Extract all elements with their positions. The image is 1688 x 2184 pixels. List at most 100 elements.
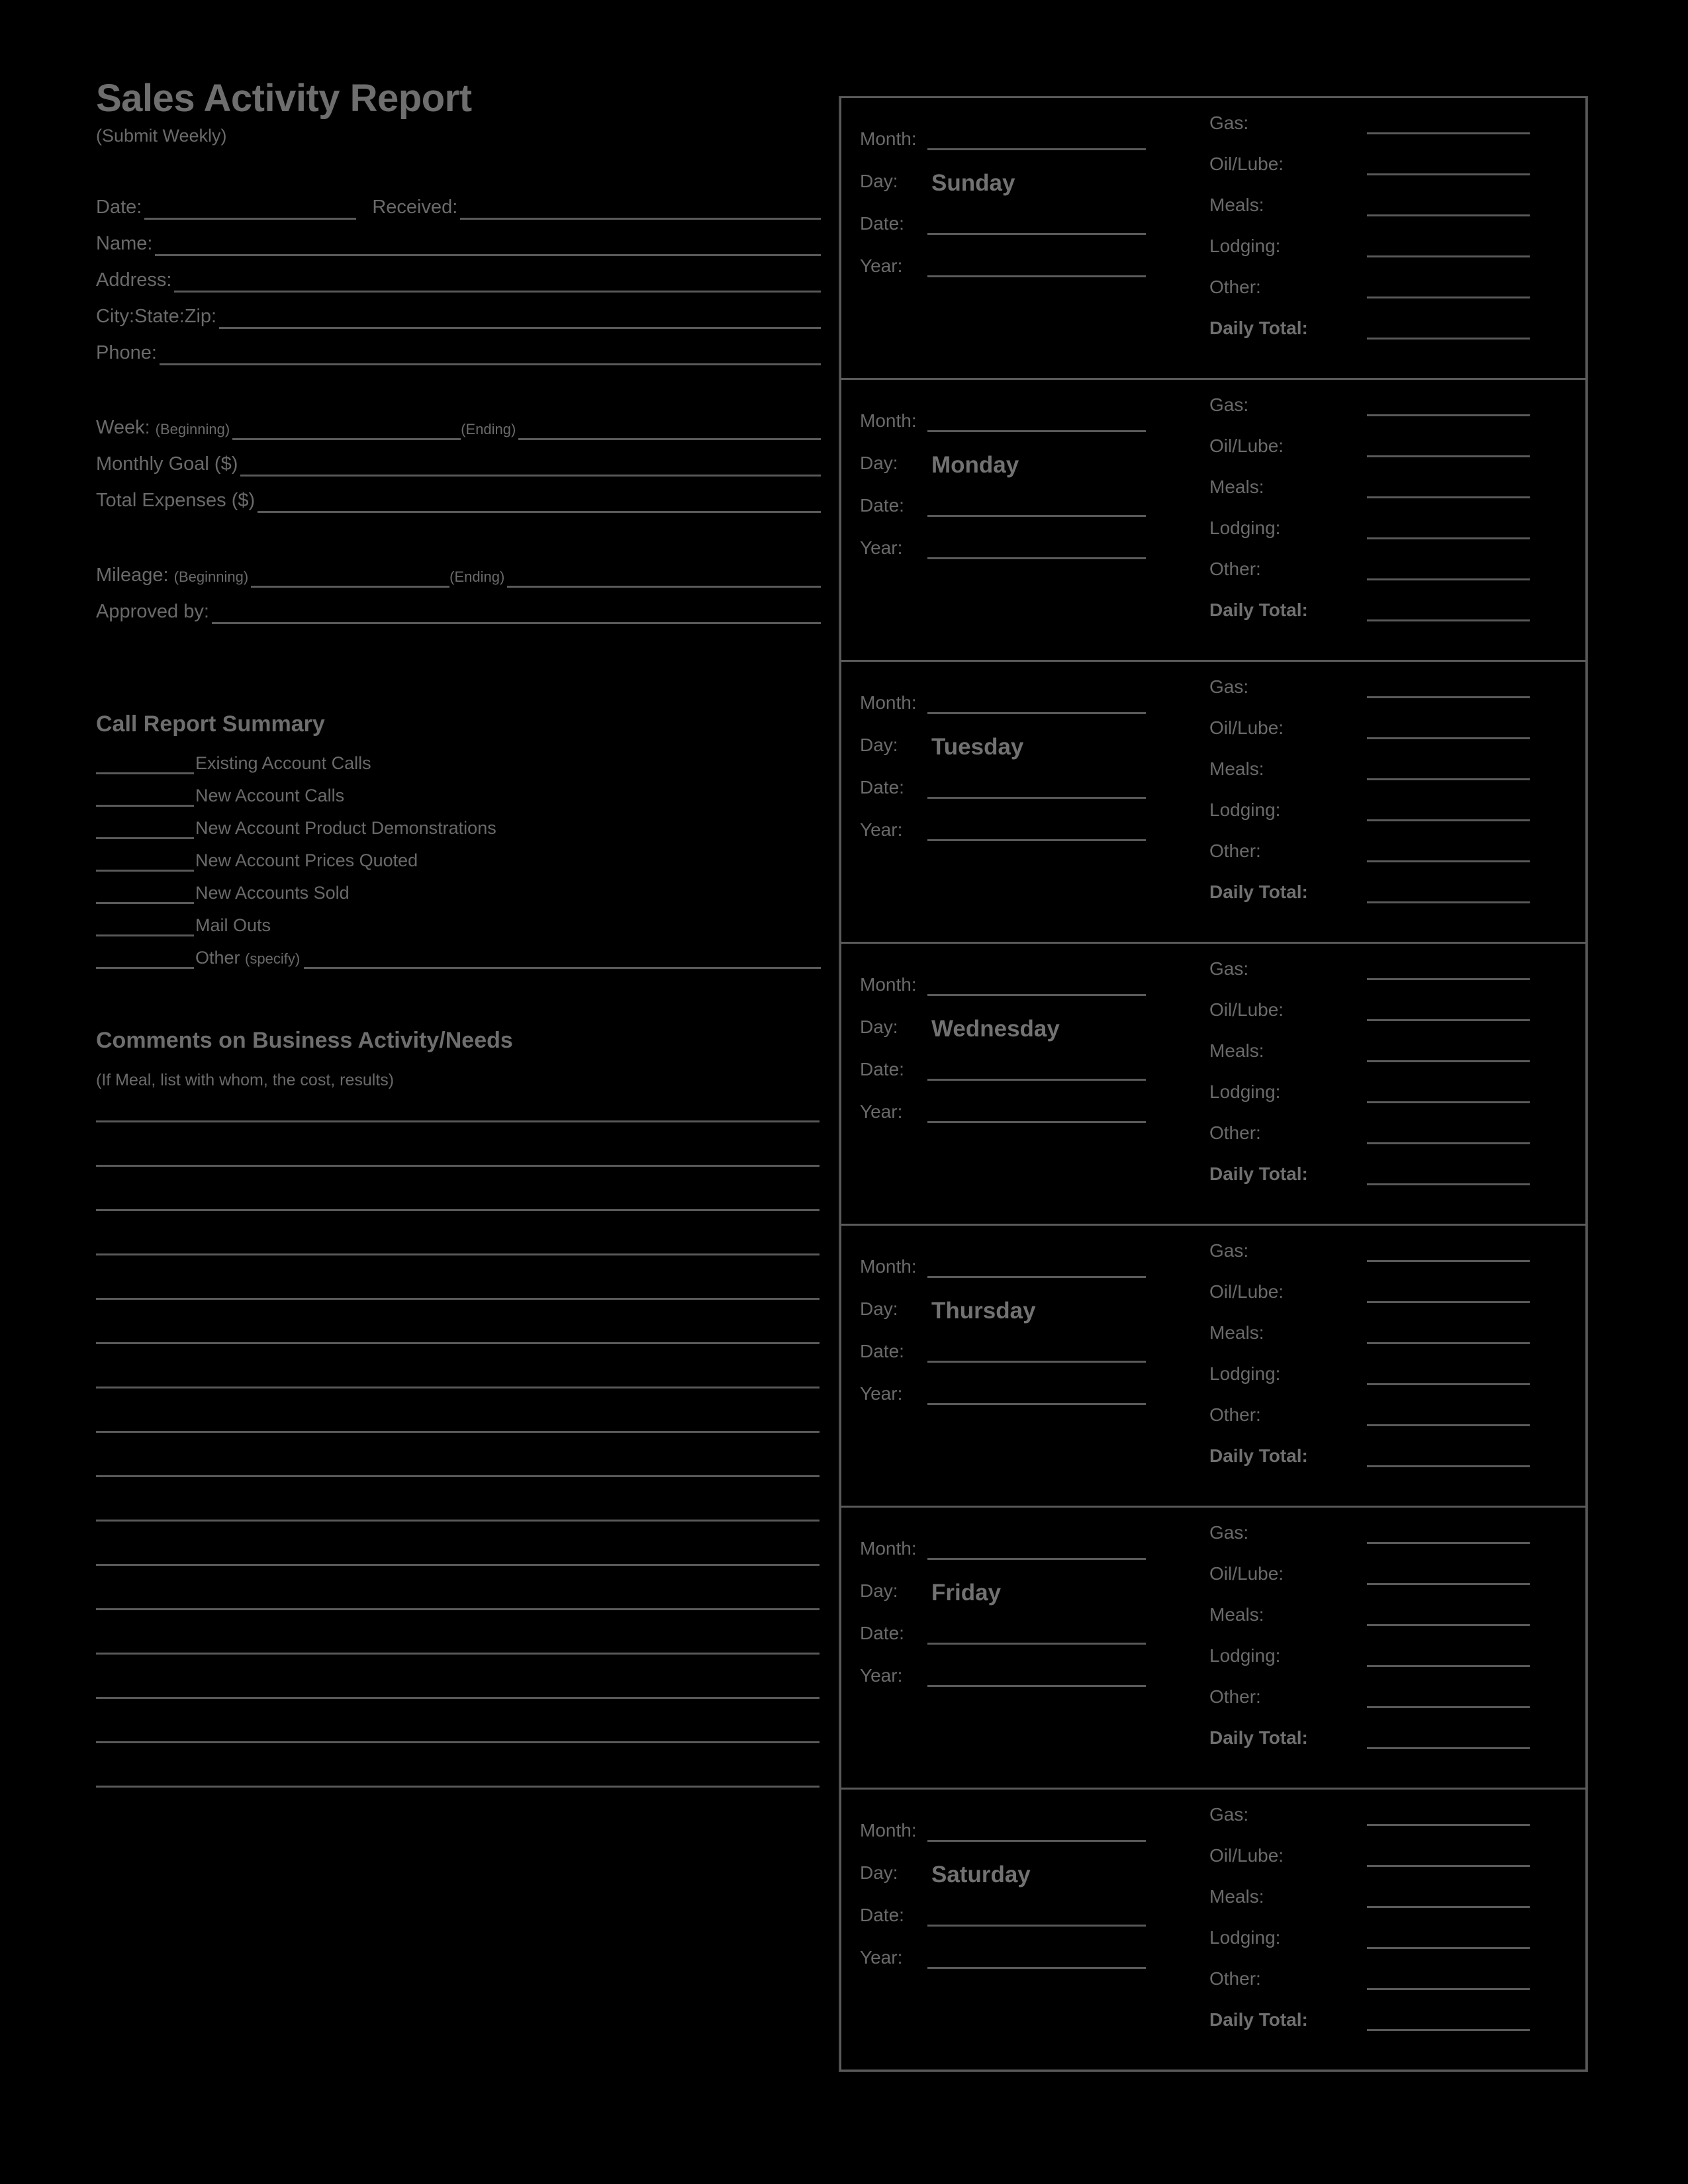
approved-by-input[interactable] <box>211 602 821 624</box>
comment-line[interactable] <box>96 1786 820 1788</box>
expense-meals-input[interactable] <box>1367 758 1530 780</box>
week-beginning-input[interactable] <box>232 418 461 440</box>
expense-lodging-input[interactable] <box>1367 1363 1530 1385</box>
expense-oil-lube-input[interactable] <box>1367 1845 1530 1867</box>
expense-oil-lube-input[interactable] <box>1367 1281 1530 1303</box>
expense-lodging-input[interactable] <box>1367 1645 1530 1667</box>
expense-oil-lube-input[interactable] <box>1367 999 1530 1021</box>
day-year-input[interactable] <box>927 819 1146 841</box>
comment-line[interactable] <box>96 1608 820 1610</box>
total-expenses-input[interactable] <box>258 491 821 513</box>
monthly-goal-input[interactable] <box>240 455 821 477</box>
name-input[interactable] <box>155 234 821 256</box>
comment-line[interactable] <box>96 1342 820 1344</box>
day-month-input[interactable] <box>927 1820 1146 1842</box>
expense-other-input[interactable] <box>1367 1686 1530 1708</box>
expense-daily-total-input[interactable] <box>1367 1727 1530 1749</box>
day-date-input[interactable] <box>927 777 1146 799</box>
expense-lodging-input[interactable] <box>1367 1927 1530 1949</box>
call-report-count-input[interactable] <box>96 948 194 969</box>
day-month-input[interactable] <box>927 410 1146 432</box>
day-date-input[interactable] <box>927 495 1146 517</box>
comment-line[interactable] <box>96 1653 820 1655</box>
expense-gas-input[interactable] <box>1367 394 1530 416</box>
day-year-input[interactable] <box>927 537 1146 559</box>
expense-meals-input[interactable] <box>1367 195 1530 216</box>
expense-other-input[interactable] <box>1367 559 1530 580</box>
comment-line[interactable] <box>96 1209 820 1211</box>
expense-gas-input[interactable] <box>1367 113 1530 134</box>
expense-other-input[interactable] <box>1367 1122 1530 1144</box>
expense-oil-lube-input[interactable] <box>1367 154 1530 175</box>
expense-oil-lube-input[interactable] <box>1367 1563 1530 1585</box>
expense-daily-total-input[interactable] <box>1367 1445 1530 1467</box>
expense-daily-total-input[interactable] <box>1367 882 1530 903</box>
comment-line[interactable] <box>96 1520 820 1522</box>
call-report-count-input[interactable] <box>96 916 194 936</box>
expense-gas-input[interactable] <box>1367 1804 1530 1826</box>
call-report-count-input[interactable] <box>96 851 194 872</box>
expense-lodging-input[interactable] <box>1367 518 1530 539</box>
day-date-input[interactable] <box>927 1905 1146 1927</box>
expense-other-input[interactable] <box>1367 1968 1530 1990</box>
day-month-input[interactable] <box>927 974 1146 996</box>
day-year-input[interactable] <box>927 1947 1146 1969</box>
day-year-input[interactable] <box>927 1665 1146 1687</box>
expense-daily-total-input[interactable] <box>1367 1163 1530 1185</box>
comment-line[interactable] <box>96 1165 820 1167</box>
address-input[interactable] <box>174 271 821 293</box>
week-ending-input[interactable] <box>518 418 821 440</box>
call-report-count-input[interactable] <box>96 819 194 839</box>
day-month-input[interactable] <box>927 128 1146 150</box>
day-month-input[interactable] <box>927 692 1146 714</box>
day-date-input[interactable] <box>927 1059 1146 1081</box>
day-date-input[interactable] <box>927 213 1146 235</box>
comment-line[interactable] <box>96 1564 820 1566</box>
day-month-input[interactable] <box>927 1538 1146 1560</box>
call-report-other-specify-input[interactable] <box>304 948 821 969</box>
expense-other-input[interactable] <box>1367 277 1530 298</box>
day-year-input[interactable] <box>927 1101 1146 1123</box>
city-state-zip-input[interactable] <box>219 307 821 329</box>
expense-daily-total-input[interactable] <box>1367 600 1530 621</box>
comment-line[interactable] <box>96 1475 820 1477</box>
expense-oil-lube-input[interactable] <box>1367 435 1530 457</box>
call-report-count-input[interactable] <box>96 786 194 807</box>
expense-lodging-input[interactable] <box>1367 1081 1530 1103</box>
comment-line[interactable] <box>96 1387 820 1388</box>
call-report-count-input[interactable] <box>96 884 194 904</box>
expense-lodging-input[interactable] <box>1367 236 1530 257</box>
comments-writing-area[interactable] <box>96 1120 821 1788</box>
expense-meals-input[interactable] <box>1367 1322 1530 1344</box>
comment-line[interactable] <box>96 1253 820 1255</box>
expense-gas-input[interactable] <box>1367 676 1530 698</box>
day-year-input[interactable] <box>927 1383 1146 1405</box>
expense-gas-input[interactable] <box>1367 1240 1530 1262</box>
date-input[interactable] <box>144 198 357 220</box>
comment-line[interactable] <box>96 1741 820 1743</box>
day-date-input[interactable] <box>927 1341 1146 1363</box>
call-report-count-input[interactable] <box>96 754 194 774</box>
expense-meals-input[interactable] <box>1367 1040 1530 1062</box>
expense-other-input[interactable] <box>1367 1404 1530 1426</box>
day-date-input[interactable] <box>927 1623 1146 1645</box>
received-input[interactable] <box>460 198 821 220</box>
comment-line[interactable] <box>96 1120 820 1122</box>
day-year-input[interactable] <box>927 255 1146 277</box>
expense-meals-input[interactable] <box>1367 1604 1530 1626</box>
expense-daily-total-input[interactable] <box>1367 2009 1530 2031</box>
expense-lodging-input[interactable] <box>1367 799 1530 821</box>
comment-line[interactable] <box>96 1298 820 1300</box>
expense-oil-lube-input[interactable] <box>1367 717 1530 739</box>
comment-line[interactable] <box>96 1697 820 1699</box>
expense-daily-total-input[interactable] <box>1367 318 1530 340</box>
mileage-beginning-input[interactable] <box>251 566 450 588</box>
day-month-input[interactable] <box>927 1256 1146 1278</box>
phone-input[interactable] <box>159 343 821 365</box>
expense-gas-input[interactable] <box>1367 958 1530 980</box>
expense-meals-input[interactable] <box>1367 1886 1530 1908</box>
comment-line[interactable] <box>96 1431 820 1433</box>
expense-gas-input[interactable] <box>1367 1522 1530 1544</box>
expense-other-input[interactable] <box>1367 841 1530 862</box>
expense-meals-input[interactable] <box>1367 477 1530 498</box>
